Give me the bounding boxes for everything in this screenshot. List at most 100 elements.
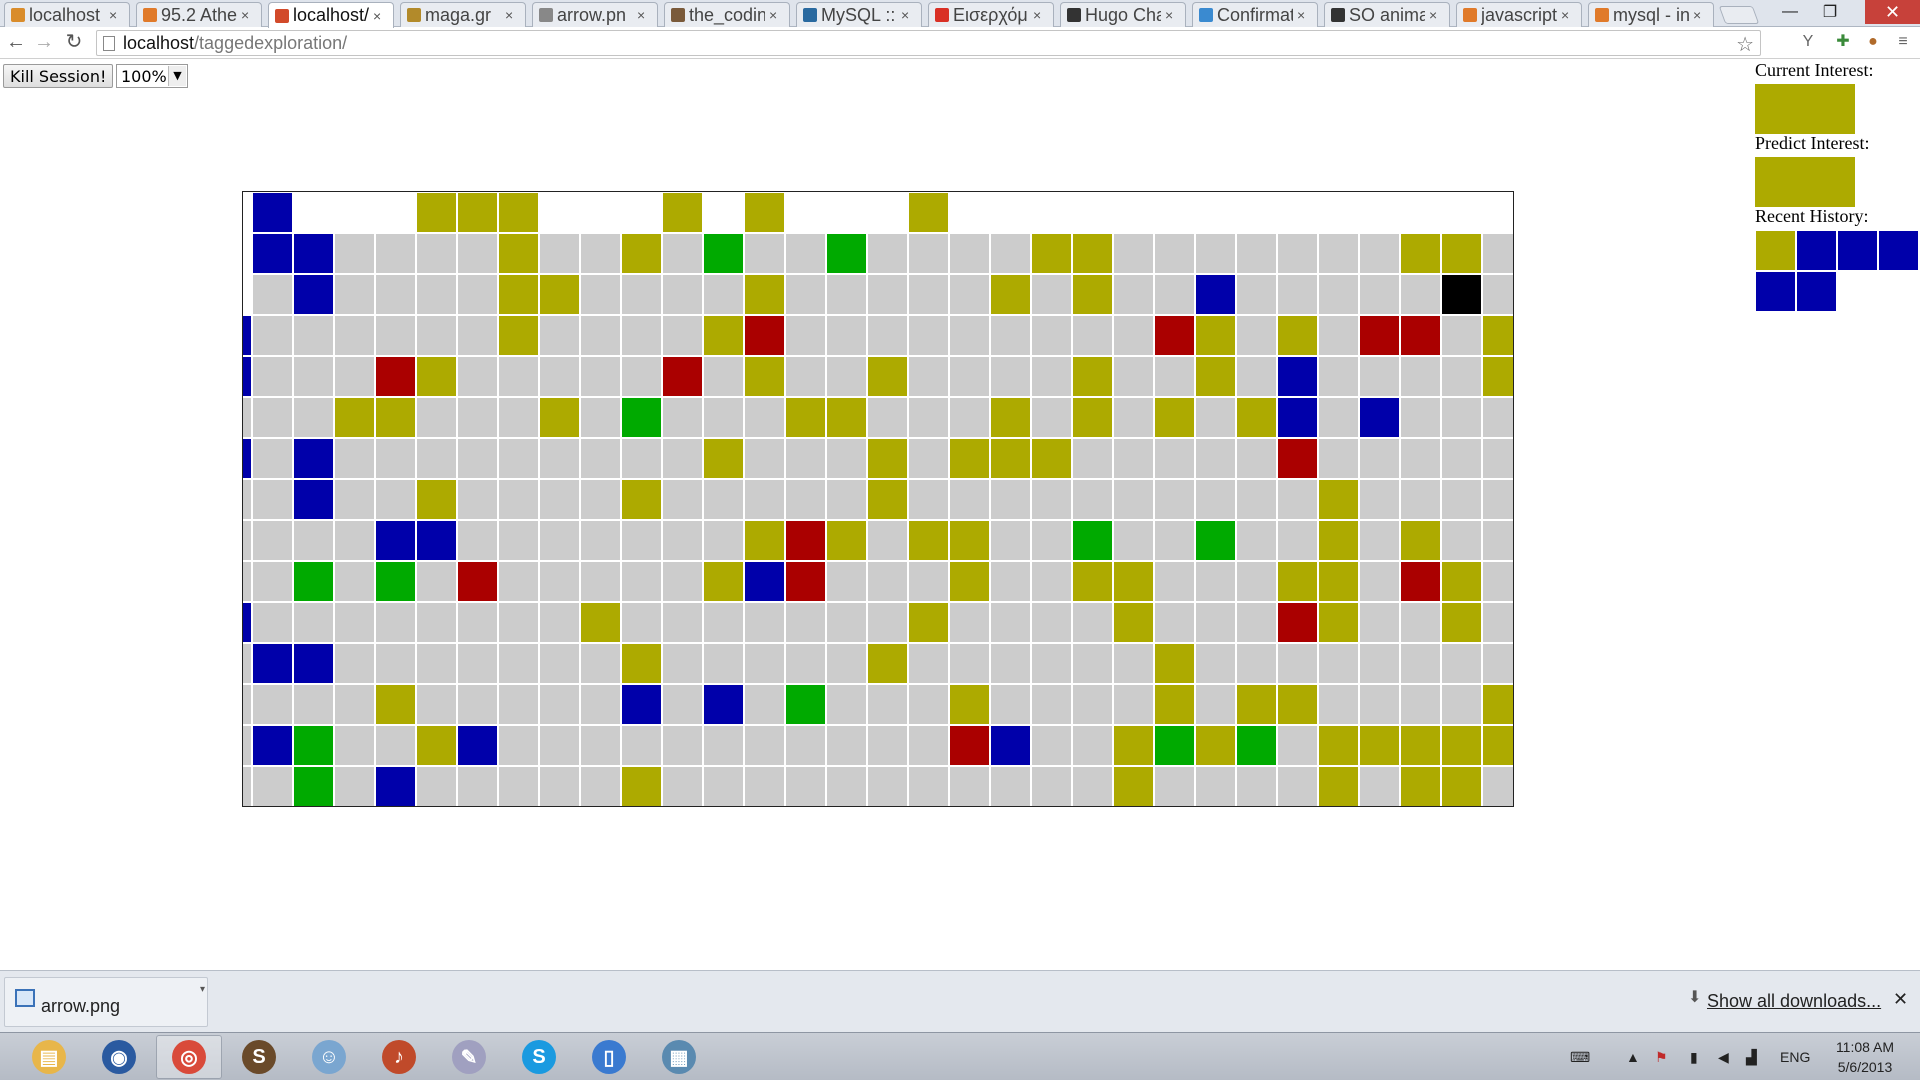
grid-cell[interactable]	[1072, 438, 1113, 479]
grid-cell[interactable]	[621, 602, 662, 643]
grid-cell[interactable]	[1400, 397, 1441, 438]
grid-cell[interactable]	[334, 561, 375, 602]
grid-cell[interactable]	[1318, 766, 1359, 806]
grid-cell[interactable]	[1236, 315, 1277, 356]
grid-cell[interactable]	[1154, 602, 1195, 643]
grid-cell[interactable]	[1482, 438, 1513, 479]
close-tab-icon[interactable]: ×	[1561, 7, 1575, 23]
show-hidden-icons[interactable]: ▲	[1626, 1033, 1640, 1080]
grid-cell[interactable]	[498, 274, 539, 315]
grid-cell[interactable]	[1400, 192, 1441, 233]
grid-cell[interactable]	[1113, 315, 1154, 356]
grid-cell[interactable]	[662, 233, 703, 274]
close-tab-icon[interactable]: ×	[373, 8, 387, 24]
grid-cell[interactable]	[826, 684, 867, 725]
grid-cell[interactable]	[1318, 725, 1359, 766]
grid-cell[interactable]	[1318, 520, 1359, 561]
grid-cell[interactable]	[1195, 766, 1236, 806]
grid-cell[interactable]	[908, 643, 949, 684]
grid-cell[interactable]	[539, 602, 580, 643]
close-tab-icon[interactable]: ×	[241, 7, 255, 23]
grid-cell[interactable]	[1400, 766, 1441, 806]
grid-cell[interactable]	[744, 438, 785, 479]
grid-cell[interactable]	[375, 684, 416, 725]
grid-cell[interactable]	[1441, 602, 1482, 643]
grid-cell[interactable]	[785, 725, 826, 766]
grid-cell[interactable]	[252, 684, 293, 725]
grid-cell[interactable]	[867, 438, 908, 479]
grid-cell[interactable]	[252, 192, 293, 233]
grid-cell[interactable]	[375, 233, 416, 274]
grid-cell[interactable]	[949, 192, 990, 233]
grid-cell[interactable]	[1236, 479, 1277, 520]
grid-cell[interactable]	[1113, 520, 1154, 561]
grid-cell[interactable]	[703, 479, 744, 520]
grid-cell[interactable]	[1482, 766, 1513, 806]
grid-cell[interactable]	[539, 561, 580, 602]
grid-cell[interactable]	[867, 684, 908, 725]
show-all-downloads-link[interactable]: Show all downloads...	[1707, 991, 1881, 1012]
grid-cell[interactable]	[334, 233, 375, 274]
grid-cell[interactable]	[703, 561, 744, 602]
grid-cell[interactable]	[580, 684, 621, 725]
grid-cell[interactable]	[457, 602, 498, 643]
grid-cell[interactable]	[243, 233, 252, 274]
grid-cell[interactable]	[252, 602, 293, 643]
grid-cell[interactable]	[1031, 438, 1072, 479]
grid-cell[interactable]	[867, 397, 908, 438]
grid-cell[interactable]	[1236, 520, 1277, 561]
taskbar-app[interactable]: ◎	[156, 1035, 222, 1079]
grid-cell[interactable]	[580, 397, 621, 438]
grid-cell[interactable]	[1359, 561, 1400, 602]
grid-cell[interactable]	[990, 766, 1031, 806]
grid-cell[interactable]	[498, 561, 539, 602]
grid-cell[interactable]	[539, 766, 580, 806]
grid-cell[interactable]	[908, 561, 949, 602]
grid-cell[interactable]	[416, 315, 457, 356]
language-indicator[interactable]: ENG	[1780, 1033, 1810, 1080]
grid-cell[interactable]	[867, 766, 908, 806]
grid-cell[interactable]	[1482, 315, 1513, 356]
grid-cell[interactable]	[785, 356, 826, 397]
grid-cell[interactable]	[580, 602, 621, 643]
grid-cell[interactable]	[539, 438, 580, 479]
grid-cell[interactable]	[1236, 684, 1277, 725]
taskbar-app[interactable]: ☺	[296, 1035, 362, 1079]
grid-cell[interactable]	[1400, 725, 1441, 766]
grid-cell[interactable]	[949, 766, 990, 806]
grid-cell[interactable]	[1195, 725, 1236, 766]
grid-cell[interactable]	[744, 233, 785, 274]
tab-12[interactable]: javascript ×	[1456, 2, 1582, 27]
grid-cell[interactable]	[867, 602, 908, 643]
grid-cell[interactable]	[1482, 274, 1513, 315]
grid-cell[interactable]	[498, 479, 539, 520]
grid-cell[interactable]	[1236, 192, 1277, 233]
grid-cell[interactable]	[1195, 602, 1236, 643]
grid-cell[interactable]	[498, 725, 539, 766]
grid-cell[interactable]	[1154, 438, 1195, 479]
grid-cell[interactable]	[1113, 233, 1154, 274]
tab-10[interactable]: Confirmat ×	[1192, 2, 1318, 27]
grid-cell[interactable]	[1031, 643, 1072, 684]
grid-cell[interactable]	[1359, 397, 1400, 438]
grid-cell[interactable]	[662, 602, 703, 643]
grid-cell[interactable]	[949, 315, 990, 356]
grid-cell[interactable]	[662, 438, 703, 479]
grid-cell[interactable]	[744, 192, 785, 233]
grid-cell[interactable]	[293, 602, 334, 643]
grid-cell[interactable]	[908, 438, 949, 479]
grid-cell[interactable]	[867, 520, 908, 561]
grid-cell[interactable]	[375, 602, 416, 643]
grid-cell[interactable]	[334, 274, 375, 315]
grid-cell[interactable]	[1482, 561, 1513, 602]
grid-cell[interactable]	[1441, 643, 1482, 684]
grid-cell[interactable]	[703, 438, 744, 479]
grid-cell[interactable]	[1072, 356, 1113, 397]
grid-cell[interactable]	[744, 725, 785, 766]
grid-cell[interactable]	[334, 438, 375, 479]
grid-cell[interactable]	[580, 561, 621, 602]
grid-cell[interactable]	[1400, 643, 1441, 684]
grid-cell[interactable]	[662, 561, 703, 602]
grid-cell[interactable]	[990, 479, 1031, 520]
grid-cell[interactable]	[908, 602, 949, 643]
